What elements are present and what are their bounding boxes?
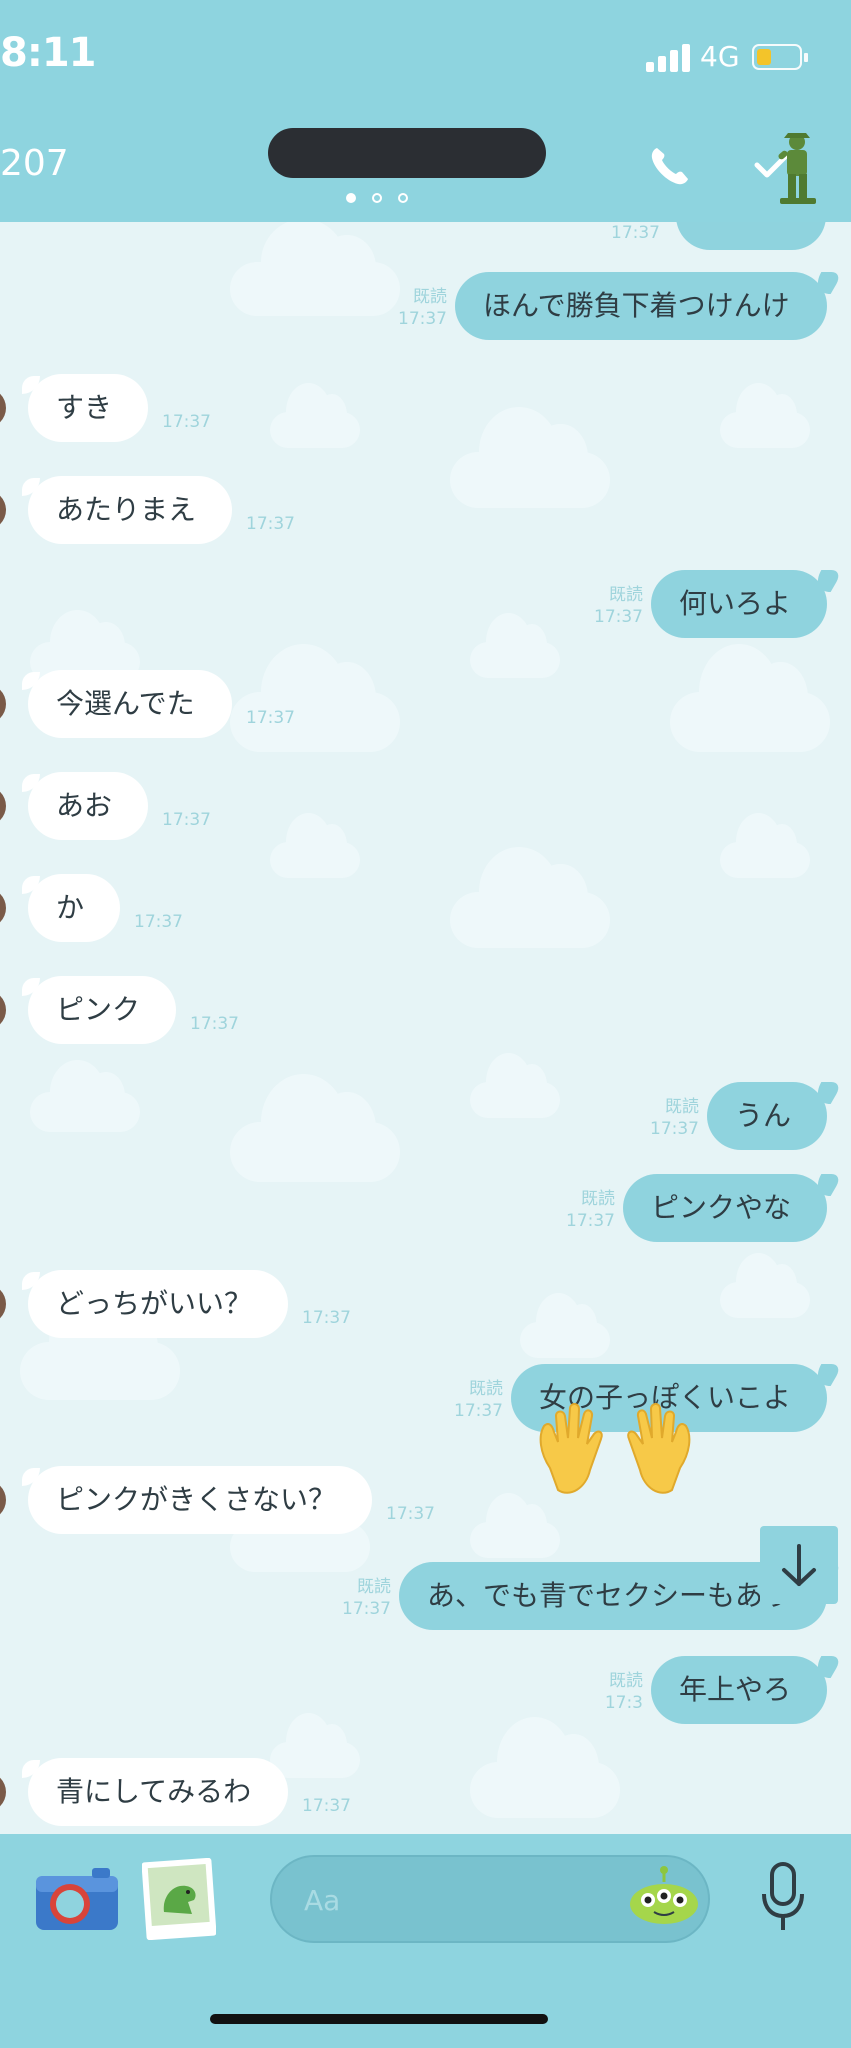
received-message-bubble[interactable]: あお [22, 772, 148, 840]
sent-message-bubble[interactable]: 何いろよ [651, 570, 827, 638]
sent-message-bubble[interactable]: ほんで勝負下着つけんけ [455, 272, 827, 340]
message-time: 17:37 [342, 1599, 391, 1619]
message-time: 17:37 [611, 223, 660, 243]
read-receipt: 既読 [357, 1577, 391, 1597]
sender-avatar[interactable] [0, 388, 6, 428]
message-meta: 既読 17:37 [439, 1378, 503, 1422]
chat-messages[interactable]: 17:37 ほんで勝負下着つけんけ 既読 17:37 すき 17:37 あたりまえ 17:3… [0, 222, 851, 1834]
alien-sticker-icon[interactable] [626, 1866, 702, 1926]
chat-title-redacted[interactable] [268, 128, 546, 178]
sender-avatar[interactable] [0, 888, 6, 928]
cloud-decoration [720, 383, 810, 448]
microphone-icon[interactable] [758, 1862, 808, 1932]
camera-icon[interactable] [34, 1862, 120, 1932]
cloud-decoration [470, 613, 560, 678]
message-time: 17:37 [454, 1401, 503, 1421]
sender-avatar[interactable] [0, 684, 6, 724]
message-time: 17:37 [650, 1119, 699, 1139]
scroll-to-bottom-button[interactable] [760, 1526, 838, 1604]
message-time: 17:37 [386, 1504, 435, 1524]
message-meta: 既読 17:37 [551, 1188, 615, 1232]
network-type: 4G [700, 40, 740, 73]
cloud-decoration [470, 1493, 560, 1558]
sender-avatar[interactable] [0, 1772, 6, 1812]
received-message-bubble[interactable]: ピンク [22, 976, 176, 1044]
read-receipt: 既読 [665, 1097, 699, 1117]
message-meta: 既読 17:3 [579, 1670, 643, 1714]
sender-avatar[interactable] [0, 1284, 6, 1324]
message-input[interactable] [302, 1877, 606, 1923]
cloud-decoration [450, 847, 610, 948]
message-time: 17:37 [190, 1014, 239, 1034]
message-meta: 既読 17:37 [579, 584, 643, 628]
received-message-bubble[interactable]: ピンクがきくさない？ [22, 1466, 372, 1534]
received-message-bubble[interactable]: どっちがいい？ [22, 1270, 288, 1338]
arrow-down-icon [782, 1544, 816, 1586]
message-time: 17:37 [302, 1308, 351, 1328]
cloud-decoration [470, 1717, 620, 1818]
message-time: 17:37 [162, 810, 211, 830]
message-time: 17:37 [566, 1211, 615, 1231]
cloud-decoration [450, 407, 610, 508]
army-man-icon[interactable] [772, 130, 822, 206]
sender-avatar[interactable] [0, 786, 6, 826]
message-time: 17:3 [604, 1693, 643, 1713]
read-receipt: 既読 [581, 1189, 615, 1209]
message-time: 17:37 [246, 708, 295, 728]
page-dots [346, 193, 410, 205]
cloud-decoration [470, 1053, 560, 1118]
message-time: 17:37 [398, 309, 447, 329]
sender-avatar[interactable] [0, 490, 6, 530]
received-message-bubble[interactable]: 今選んでた [22, 670, 232, 738]
message-time: 17:37 [134, 912, 183, 932]
cloud-decoration [270, 1713, 360, 1778]
cloud-decoration [30, 1060, 140, 1132]
sender-avatar[interactable] [0, 1480, 6, 1520]
message-bubble-partial[interactable] [676, 222, 826, 250]
message-time: 17:37 [594, 607, 643, 627]
battery-icon [752, 44, 808, 72]
cloud-decoration [20, 1295, 180, 1400]
received-message-bubble[interactable]: すき [22, 374, 148, 442]
signal-icon [646, 44, 694, 72]
chat-header: 8:11 4G 207 [0, 0, 851, 222]
cloud-decoration [230, 222, 400, 316]
sent-message-bubble[interactable]: ピンクやな [623, 1174, 827, 1242]
home-indicator [210, 2014, 548, 2024]
back-count[interactable]: 207 [0, 143, 69, 184]
read-receipt: 既読 [609, 585, 643, 605]
phone-icon[interactable] [648, 144, 692, 188]
sender-avatar[interactable] [0, 990, 6, 1030]
message-meta: 既読 17:37 [383, 286, 447, 330]
read-receipt: 既読 [469, 1379, 503, 1399]
message-meta: 既読 17:37 [635, 1096, 699, 1140]
read-receipt: 既読 [413, 287, 447, 307]
cloud-decoration [720, 813, 810, 878]
message-meta: 既読 17:37 [327, 1576, 391, 1620]
cloud-decoration [230, 1074, 400, 1182]
cloud-decoration [670, 644, 830, 752]
received-message-bubble[interactable]: 青にしてみるわ [22, 1758, 288, 1826]
cloud-decoration [720, 1253, 810, 1318]
received-message-bubble[interactable]: か [22, 874, 120, 942]
message-time: 17:37 [246, 514, 295, 534]
sent-message-bubble[interactable]: 年上やろ [651, 1656, 827, 1724]
received-message-bubble[interactable]: あたりまえ [22, 476, 232, 544]
raised-hands-emoji [539, 1403, 691, 1494]
message-time: 17:37 [162, 412, 211, 432]
cloud-decoration [270, 813, 360, 878]
cloud-decoration [520, 1293, 610, 1358]
status-time: 8:11 [0, 30, 96, 76]
sent-message-bubble[interactable]: うん [707, 1082, 827, 1150]
cloud-decoration [270, 383, 360, 448]
read-receipt: 既読 [609, 1671, 643, 1691]
photo-icon[interactable] [142, 1858, 216, 1940]
message-time: 17:37 [302, 1796, 351, 1816]
